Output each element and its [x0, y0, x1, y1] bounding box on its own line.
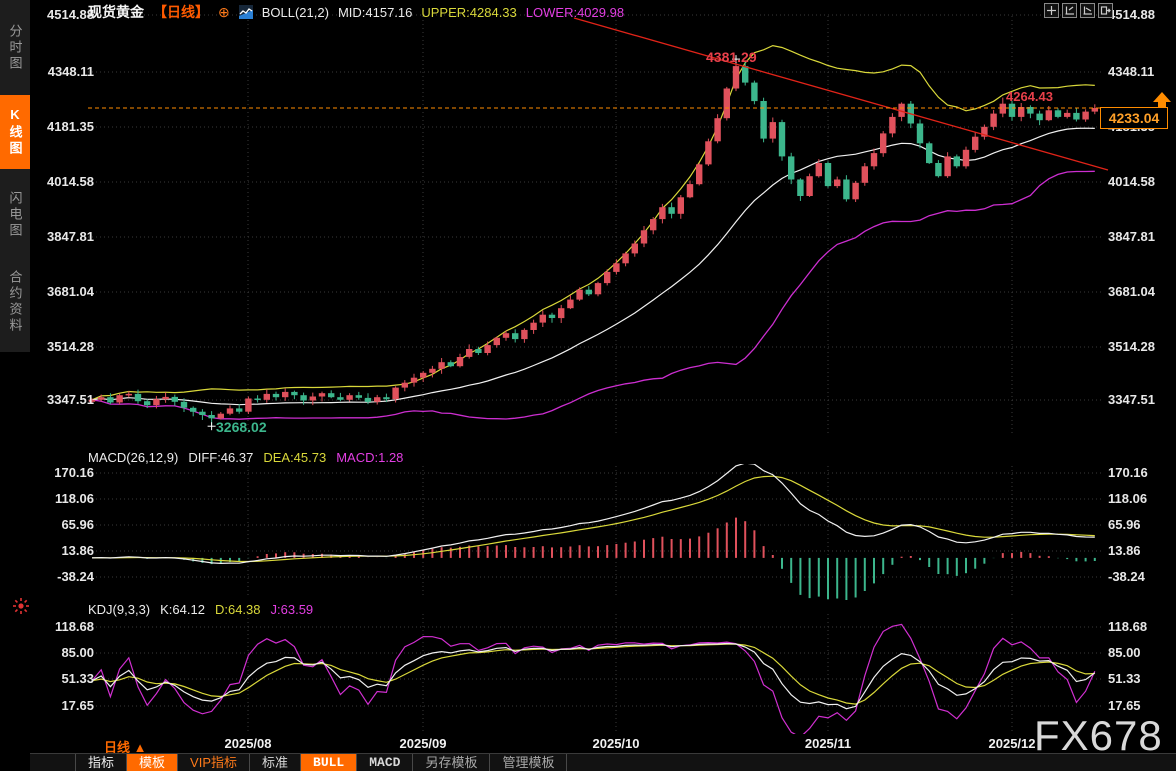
sidebar-menu: 分时图K线图闪电图合约资料 [0, 0, 31, 352]
toolbar-tab-管理模板[interactable]: 管理模板 [490, 754, 567, 771]
sidebar-item-3[interactable]: 闪电图 [0, 173, 30, 257]
y-axis-label: 118.68 [32, 619, 94, 635]
x-axis-label: 2025/10 [576, 736, 656, 751]
y-axis-label: 3347.51 [32, 392, 94, 408]
y-axis-label: 13.86 [1108, 543, 1174, 559]
y-axis-label: 170.16 [32, 465, 94, 481]
left-sidebar: 分时图K线图闪电图合约资料 [0, 0, 30, 771]
y-axis-label: 3681.04 [1108, 284, 1174, 300]
y-axis-label: 85.00 [32, 645, 94, 661]
toolbar-tab-VIP指标[interactable]: VIP指标 [178, 754, 250, 771]
y-axis-label: 13.86 [32, 543, 94, 559]
price-annotation: 4381.29 [706, 49, 757, 65]
kdj-k-value: K:64.12 [160, 602, 205, 617]
y-axis-label: 4014.58 [1108, 174, 1174, 190]
y-axis-label: 4514.88 [32, 7, 94, 23]
exit-chart-icon[interactable] [1098, 3, 1113, 18]
toolbar-tab-另存模板[interactable]: 另存模板 [413, 754, 490, 771]
y-axis-label: 51.33 [32, 671, 94, 687]
kdj-d-value: D:64.38 [215, 602, 261, 617]
y-axis-label: 170.16 [1108, 465, 1174, 481]
x-axis-label: 2025/09 [383, 736, 463, 751]
y-axis-label: 3514.28 [1108, 339, 1174, 355]
chart-app: { "header": { "symbol": "现货黄金", "period"… [0, 0, 1176, 771]
y-axis-label: -38.24 [1108, 569, 1174, 585]
y-axis-label: 4348.11 [1108, 64, 1174, 80]
x-axis-label: 2025/08 [208, 736, 288, 751]
y-axis-label: 3347.51 [1108, 392, 1174, 408]
boll-lower-value: LOWER:4029.98 [526, 5, 624, 20]
axis-expand-icon[interactable] [1080, 3, 1095, 18]
y-axis-label: 65.96 [1108, 517, 1174, 533]
price-annotation: 4264.43 [1006, 89, 1053, 104]
period-label: 【日线】 [153, 2, 209, 22]
y-axis-label: 118.06 [32, 491, 94, 507]
boll-label: BOLL(21,2) [262, 5, 329, 20]
watermark: FX678 [1034, 712, 1163, 760]
y-axis-label: 4014.58 [32, 174, 94, 190]
y-axis-label: 118.06 [1108, 491, 1174, 507]
y-axis-label: 3847.81 [1108, 229, 1174, 245]
boll-mid-value: MID:4157.16 [338, 5, 412, 20]
y-axis-label: 4514.88 [1108, 7, 1174, 23]
y-axis-label: 65.96 [32, 517, 94, 533]
price-annotation: 3268.02 [216, 419, 267, 435]
last-price-box: 4233.04 [1100, 107, 1168, 129]
kdj-header: KDJ(9,3,3) K:64.12 D:64.38 J:63.59 [88, 602, 313, 617]
y-axis-label: 3681.04 [32, 284, 94, 300]
sidebar-item-1[interactable]: 分时图 [0, 4, 30, 92]
alert-dot-icon[interactable] [11, 596, 31, 616]
add-indicator-icon[interactable]: ⊕ [218, 5, 230, 19]
toolbar-tab-指标[interactable]: 指标 [75, 754, 127, 771]
chart-toolbuttons [1044, 3, 1113, 18]
sidebar-item-2[interactable]: K线图 [0, 95, 30, 169]
y-axis-label: -38.24 [32, 569, 94, 585]
x-axis-label: 2025/11 [788, 736, 868, 751]
pan-icon[interactable] [1044, 3, 1059, 18]
symbol-name: 现货黄金 [88, 2, 144, 22]
toolbar-tab-模板[interactable]: 模板 [127, 754, 178, 771]
y-axis-label: 4181.35 [32, 119, 94, 135]
toolbar-tab-标准[interactable]: 标准 [250, 754, 301, 771]
y-axis-label: 118.68 [1108, 619, 1174, 635]
y-axis-label: 3847.81 [32, 229, 94, 245]
toolbar-tab-BULL[interactable]: BULL [301, 754, 357, 771]
y-axis-label: 3514.28 [32, 339, 94, 355]
kdj-name: KDJ(9,3,3) [88, 602, 150, 617]
toolbar-tab-MACD[interactable]: MACD [357, 754, 413, 771]
macd-dea-value: DEA:45.73 [263, 450, 326, 465]
y-axis-label: 17.65 [32, 698, 94, 714]
macd-header: MACD(26,12,9) DIFF:46.37 DEA:45.73 MACD:… [88, 450, 403, 465]
sidebar-item-4[interactable]: 合约资料 [0, 246, 30, 358]
macd-bar-value: MACD:1.28 [336, 450, 403, 465]
bottom-toolbar: 指标模板VIP指标标准BULLMACD另存模板管理模板 [30, 753, 1176, 771]
boll-upper-value: UPPER:4284.33 [421, 5, 516, 20]
y-axis-label: 51.33 [1108, 671, 1174, 687]
macd-diff-value: DIFF:46.37 [188, 450, 253, 465]
indicator-chart-icon [239, 5, 253, 19]
y-axis-label: 85.00 [1108, 645, 1174, 661]
axis-compress-icon[interactable] [1062, 3, 1077, 18]
chart-header: 现货黄金 【日线】 ⊕ BOLL(21,2) MID:4157.16 UPPER… [88, 3, 624, 21]
y-axis-label: 4348.11 [32, 64, 94, 80]
macd-name: MACD(26,12,9) [88, 450, 178, 465]
kdj-j-value: J:63.59 [271, 602, 314, 617]
chart-canvas[interactable] [0, 0, 1176, 771]
